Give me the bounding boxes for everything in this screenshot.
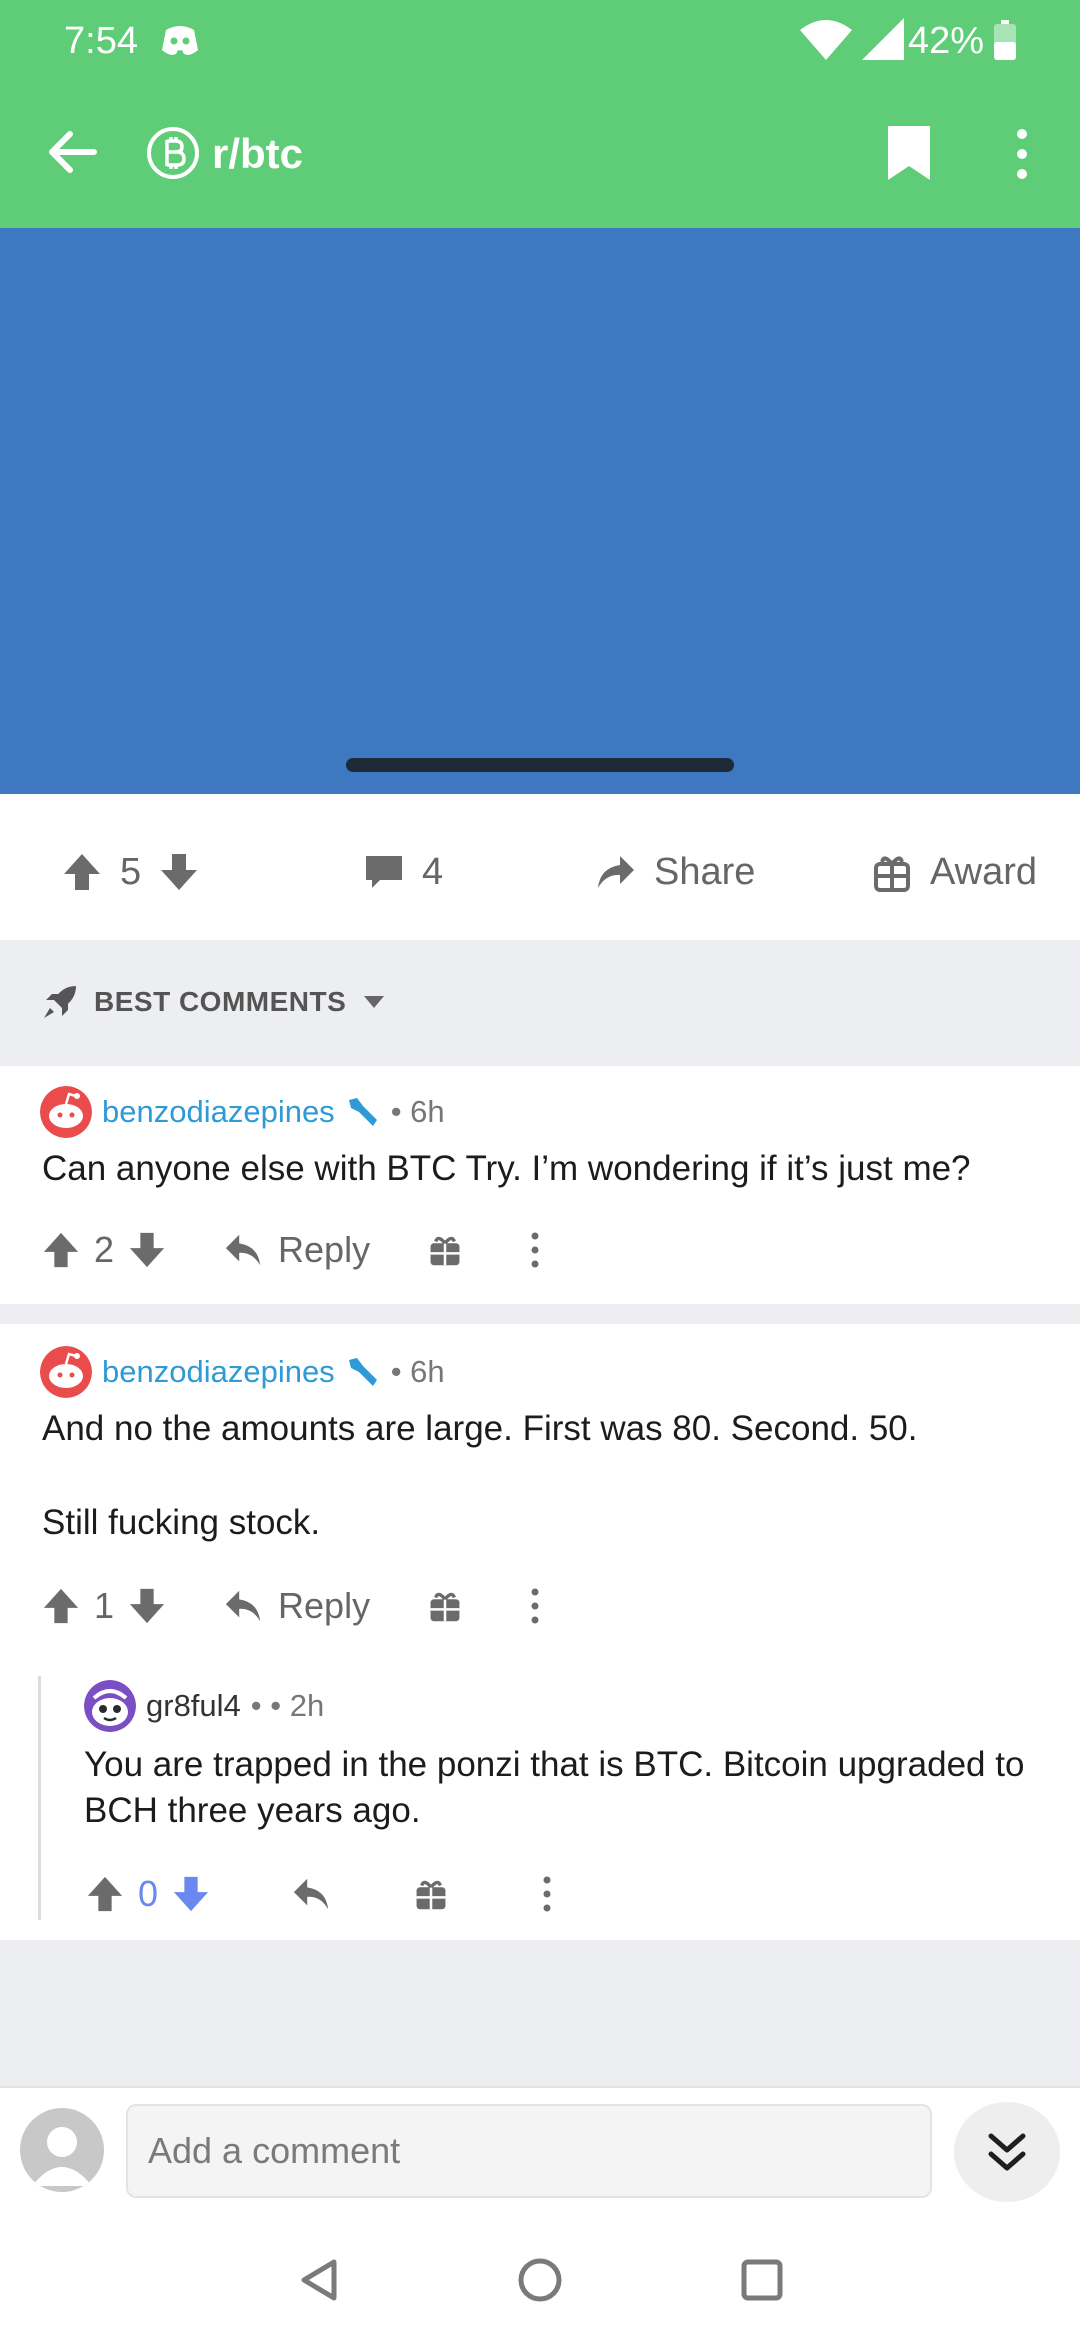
upvote-icon[interactable]	[86, 1875, 124, 1913]
comment-composer: Add a comment	[0, 2086, 1080, 2212]
nav-home-icon[interactable]	[516, 2256, 564, 2304]
subreddit-name[interactable]: r/btc	[212, 130, 303, 178]
gift-icon	[874, 856, 910, 892]
signal-icon	[862, 18, 904, 60]
comment-author[interactable]: benzodiazepines	[102, 1354, 335, 1390]
comment-divider	[0, 1304, 1080, 1324]
post-action-bar: 5 4 Share Award	[0, 794, 1080, 940]
comment-vote-count: 1	[94, 1585, 115, 1626]
comment-author[interactable]: gr8ful4	[146, 1688, 241, 1724]
comment-age: • • 2h	[250, 1688, 325, 1723]
comment-actions: 0	[86, 1872, 554, 1916]
wrench-icon	[348, 1098, 377, 1126]
double-chevron-down-icon	[988, 2133, 1026, 2171]
reply-icon[interactable]	[292, 1875, 330, 1913]
media-progress-bar	[346, 758, 734, 772]
comment-body: You are trapped in the ponzi that is BTC…	[84, 1745, 1025, 1830]
avatar-icon[interactable]	[40, 1086, 92, 1138]
share-button[interactable]: Share	[596, 850, 755, 894]
user-avatar-icon[interactable]	[20, 2108, 104, 2192]
gift-icon[interactable]	[428, 1589, 462, 1623]
comment-actions: 2 Reply	[42, 1228, 542, 1272]
jump-down-button[interactable]	[954, 2102, 1060, 2202]
subreddit-bitcoin-icon	[147, 127, 199, 179]
comment-body: Can anyone else with BTC Try. I’m wonder…	[42, 1149, 971, 1188]
downvote-icon[interactable]	[172, 1875, 210, 1913]
avatar-icon[interactable]	[40, 1346, 92, 1398]
downvote-icon[interactable]	[159, 852, 199, 892]
bookmark-icon[interactable]	[884, 124, 934, 182]
upvote-icon[interactable]	[42, 1231, 80, 1269]
reply-label: Reply	[278, 1229, 371, 1270]
upvote-icon[interactable]	[42, 1587, 80, 1625]
comment-vote-group: 0	[86, 1873, 210, 1915]
downvote-icon[interactable]	[128, 1587, 166, 1625]
more-options-icon[interactable]	[528, 1231, 542, 1269]
reply-button[interactable]: Reply	[224, 1585, 370, 1627]
comment-bubble-icon	[366, 856, 402, 888]
add-comment-input[interactable]: Add a comment	[126, 2104, 932, 2198]
reply-icon	[225, 1590, 261, 1622]
post-media[interactable]	[0, 228, 1080, 794]
comment-vote-group: 1	[42, 1585, 166, 1627]
post-comment-count: 4	[422, 850, 444, 893]
comment-header: benzodiazepines • 6h	[40, 1086, 445, 1138]
nav-recents-icon[interactable]	[738, 2256, 786, 2304]
share-label: Share	[654, 850, 756, 893]
discord-icon	[162, 26, 198, 55]
comment-header: benzodiazepines • 6h	[40, 1346, 445, 1398]
system-nav-bar	[0, 2212, 1080, 2340]
back-arrow-icon[interactable]	[44, 124, 100, 180]
comment-age: • 6h	[390, 1354, 445, 1389]
caret-down-icon	[364, 996, 385, 1008]
reply-label: Reply	[278, 1585, 371, 1626]
award-button[interactable]: Award	[872, 850, 1037, 894]
reply-icon	[225, 1234, 261, 1266]
status-time: 7:54	[64, 20, 138, 62]
battery-percent: 42%	[908, 20, 985, 62]
post-comments-button[interactable]: 4	[364, 850, 443, 894]
comment-header: gr8ful4 • • 2h	[84, 1680, 324, 1732]
comment-actions: 1 Reply	[42, 1584, 542, 1628]
rocket-icon	[44, 986, 76, 1018]
share-icon	[598, 856, 634, 888]
sort-label: BEST COMMENTS	[94, 986, 347, 1017]
more-options-icon[interactable]	[1004, 126, 1040, 182]
comment-vote-count: 0	[138, 1873, 159, 1914]
battery-icon	[994, 20, 1016, 60]
comment-item: benzodiazepines • 6h Can anyone else wit…	[0, 1066, 1080, 1304]
comment-item: benzodiazepines • 6h And no the amounts …	[0, 1324, 1080, 1940]
reply-button[interactable]: Reply	[224, 1229, 370, 1271]
reply-thread-line	[38, 1676, 41, 1920]
status-bar: 7:54 42%	[0, 0, 1080, 80]
award-label: Award	[930, 850, 1038, 893]
downvote-icon[interactable]	[128, 1231, 166, 1269]
comment-vote-count: 2	[94, 1229, 115, 1270]
comment-age: • 6h	[390, 1094, 445, 1129]
post-vote-count: 5	[120, 850, 142, 893]
comment-author[interactable]: benzodiazepines	[102, 1094, 335, 1130]
more-options-icon[interactable]	[528, 1587, 542, 1625]
upvote-icon[interactable]	[62, 852, 102, 892]
comment-sort-selector[interactable]: BEST COMMENTS	[42, 984, 386, 1020]
app-bar: r/btc	[0, 80, 1080, 228]
comment-body-line: Still fucking stock.	[42, 1503, 321, 1542]
wifi-icon	[800, 20, 852, 60]
nav-back-icon[interactable]	[296, 2256, 344, 2304]
post-vote-group: 5	[62, 850, 199, 894]
comment-vote-group: 2	[42, 1229, 166, 1271]
comments-end-area	[0, 1940, 1080, 2086]
avatar-icon[interactable]	[84, 1680, 136, 1732]
gift-icon[interactable]	[414, 1877, 448, 1911]
comment-sort-band: BEST COMMENTS	[0, 940, 1080, 1066]
comment-body-line: And no the amounts are large. First was …	[42, 1409, 918, 1448]
gift-icon[interactable]	[428, 1233, 462, 1267]
wrench-icon	[348, 1358, 377, 1386]
more-options-icon[interactable]	[540, 1875, 554, 1913]
